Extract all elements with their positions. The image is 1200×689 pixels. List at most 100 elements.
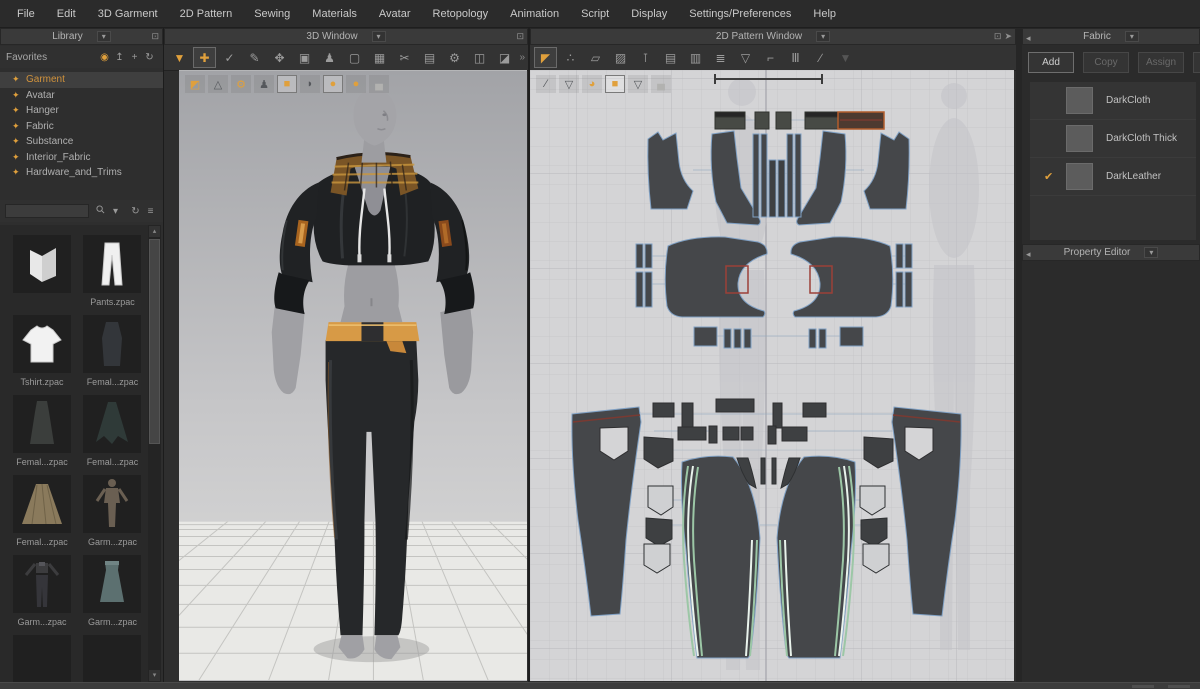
measure-tape-icon[interactable]: ◫ bbox=[468, 47, 491, 68]
sewing-machine-icon[interactable]: ▤ bbox=[418, 47, 441, 68]
favorite-item-garment[interactable]: ✦Garment bbox=[0, 72, 163, 88]
2d-window-pin-icon[interactable]: ➤ bbox=[1004, 31, 1012, 42]
import-icon[interactable]: ↥ bbox=[112, 51, 127, 64]
search-filter-dropdown-icon[interactable]: ▾ bbox=[108, 205, 123, 218]
library-item-partial[interactable] bbox=[79, 635, 145, 682]
trace-tool-icon[interactable]: ⌐ bbox=[759, 47, 782, 68]
pattern-lock-icon[interactable]: ▽ bbox=[628, 75, 648, 93]
texture-view-2d-icon[interactable]: ■ bbox=[605, 75, 625, 93]
pattern-canvas[interactable] bbox=[530, 70, 1014, 681]
pattern-outline-toggle-icon[interactable]: ▽ bbox=[559, 75, 579, 93]
free-sewing-icon[interactable]: ▥ bbox=[684, 47, 707, 68]
fabric-extra-button[interactable] bbox=[1193, 52, 1200, 73]
scroll-down-icon[interactable]: ▾ bbox=[149, 670, 160, 681]
favorite-item-fabric[interactable]: ✦Fabric bbox=[0, 119, 163, 135]
library-item-5[interactable]: Femal...zpac bbox=[79, 395, 145, 468]
fabric-row-darkleather[interactable]: ✔ DarkLeather bbox=[1030, 158, 1196, 196]
refresh-library-icon[interactable]: ↻ bbox=[128, 205, 143, 218]
fabric-swatch[interactable] bbox=[1066, 125, 1093, 152]
pin-tool-icon[interactable]: ✎ bbox=[243, 47, 266, 68]
menu-file[interactable]: File bbox=[6, 8, 46, 20]
resize-grip[interactable] bbox=[1132, 685, 1190, 688]
library-item-8[interactable]: Garm...zpac bbox=[9, 555, 75, 628]
create-polygon-icon[interactable]: ▱ bbox=[584, 47, 607, 68]
contrast-toggle-icon[interactable]: ◕ bbox=[582, 75, 602, 93]
show-internal-lines-icon[interactable]: ⚙ bbox=[231, 75, 251, 93]
half-shade-view-icon[interactable]: ◗ bbox=[300, 75, 320, 93]
library-item-2[interactable]: Tshirt.zpac bbox=[9, 315, 75, 388]
add-favorite-icon[interactable]: + bbox=[127, 51, 142, 64]
3d-window-detach-icon[interactable]: ⊡ bbox=[516, 31, 524, 42]
edit-pattern-icon[interactable]: ∴ bbox=[559, 47, 582, 68]
texture-surface-view-icon[interactable]: ■ bbox=[277, 75, 297, 93]
copy-fabric-button[interactable]: Copy bbox=[1083, 52, 1129, 73]
menu-help[interactable]: Help bbox=[802, 8, 847, 20]
grading-tool-icon[interactable]: ∕ bbox=[809, 47, 832, 68]
menu-3d-garment[interactable]: 3D Garment bbox=[87, 8, 169, 20]
scrollbar-thumb[interactable] bbox=[149, 239, 160, 444]
2d-viewport[interactable]: ∕ ▽ ◕ ■ ▽ ▄ bbox=[530, 70, 1014, 681]
fabric-row-darkcloth-thick[interactable]: DarkCloth Thick bbox=[1030, 120, 1196, 158]
fabric-dropdown[interactable]: ▾ bbox=[1125, 31, 1139, 42]
menu-display[interactable]: Display bbox=[620, 8, 678, 20]
favorite-item-interior-fabric[interactable]: ✦Interior_Fabric bbox=[0, 150, 163, 166]
library-scrollbar[interactable]: ▴ ▾ bbox=[148, 225, 161, 682]
list-view-icon[interactable]: ≡ bbox=[143, 205, 158, 218]
needle-tool-icon[interactable]: ∕ bbox=[536, 75, 556, 93]
pleats-tool-icon[interactable]: Ⅲ bbox=[784, 47, 807, 68]
menu-sewing[interactable]: Sewing bbox=[243, 8, 301, 20]
assign-fabric-button[interactable]: Assign bbox=[1138, 52, 1184, 73]
3d-scene[interactable] bbox=[179, 70, 527, 681]
library-header-dropdown[interactable]: ▾ bbox=[97, 31, 111, 42]
menu-avatar[interactable]: Avatar bbox=[368, 8, 422, 20]
show-avatar-pose-icon[interactable]: ♟ bbox=[254, 75, 274, 93]
edit-sewing-icon[interactable]: ✂ bbox=[393, 47, 416, 68]
quad-mesh-icon[interactable]: ▦ bbox=[368, 47, 391, 68]
favorite-item-hanger[interactable]: ✦Hanger bbox=[0, 103, 163, 119]
sync-3d-icon[interactable]: ▽ bbox=[734, 47, 757, 68]
library-item-0[interactable] bbox=[9, 235, 75, 308]
library-item-partial[interactable] bbox=[9, 635, 75, 682]
menu-script[interactable]: Script bbox=[570, 8, 620, 20]
select-move-gizmo-icon[interactable]: ✚ bbox=[193, 47, 216, 68]
library-item-3[interactable]: Femal...zpac bbox=[79, 315, 145, 388]
arrangement-points-icon[interactable]: ✥ bbox=[268, 47, 291, 68]
edit-texture-icon[interactable]: ▨ bbox=[609, 47, 632, 68]
2d-window-detach-icon[interactable]: ⊡ bbox=[994, 31, 1002, 42]
menu-edit[interactable]: Edit bbox=[46, 8, 87, 20]
favorite-item-substance[interactable]: ✦Substance bbox=[0, 134, 163, 150]
show-avatar-icon[interactable]: ♟ bbox=[318, 47, 341, 68]
view-camera-icon[interactable]: ▣ bbox=[293, 47, 316, 68]
transform-pattern-icon[interactable]: ◤ bbox=[534, 47, 557, 68]
library-item-9[interactable]: Garm...zpac bbox=[79, 555, 145, 628]
library-item-6[interactable]: Femal...zpac bbox=[9, 475, 75, 548]
library-search-input[interactable] bbox=[5, 204, 89, 218]
show-garment-alt-icon[interactable]: △ bbox=[208, 75, 228, 93]
simulate-icon[interactable]: ▼ bbox=[168, 47, 191, 68]
menu-retopology[interactable]: Retopology bbox=[422, 8, 500, 20]
segment-sewing-icon[interactable]: ▤ bbox=[659, 47, 682, 68]
scroll-up-icon[interactable]: ▴ bbox=[149, 226, 160, 237]
property-editor-dropdown[interactable]: ▾ bbox=[1144, 247, 1158, 258]
3d-window-dropdown[interactable]: ▾ bbox=[372, 31, 386, 42]
fabric-row-darkcloth[interactable]: DarkCloth bbox=[1030, 82, 1196, 120]
fabric-panel-arrow-icon[interactable]: ◂ bbox=[1026, 33, 1031, 44]
menu-2d-pattern[interactable]: 2D Pattern bbox=[169, 8, 244, 20]
menu-settings-preferences[interactable]: Settings/Preferences bbox=[678, 8, 802, 20]
fabric-swatch[interactable] bbox=[1066, 87, 1093, 114]
toolbar-overflow-icon[interactable]: » bbox=[519, 52, 525, 63]
library-detach-icon[interactable]: ⊡ bbox=[151, 31, 159, 42]
refresh-favorites-icon[interactable]: ↻ bbox=[142, 51, 157, 64]
pin-settings-icon[interactable]: ⚙ bbox=[443, 47, 466, 68]
add-fabric-button[interactable]: Add bbox=[1028, 52, 1074, 73]
favorite-item-hardware-and-trims[interactable]: ✦Hardware_and_Trims bbox=[0, 165, 163, 181]
flatten-tool-icon[interactable]: ◪ bbox=[493, 47, 516, 68]
clone-pattern-icon[interactable]: ▢ bbox=[343, 47, 366, 68]
pin-2d-icon[interactable]: ⊺ bbox=[634, 47, 657, 68]
fabric-swatch[interactable] bbox=[1066, 163, 1093, 190]
library-item-4[interactable]: Femal...zpac bbox=[9, 395, 75, 468]
show-head-icon[interactable]: ● bbox=[323, 75, 343, 93]
search-icon[interactable] bbox=[93, 205, 108, 218]
steam-area-icon[interactable]: ≣ bbox=[709, 47, 732, 68]
menu-materials[interactable]: Materials bbox=[301, 8, 368, 20]
